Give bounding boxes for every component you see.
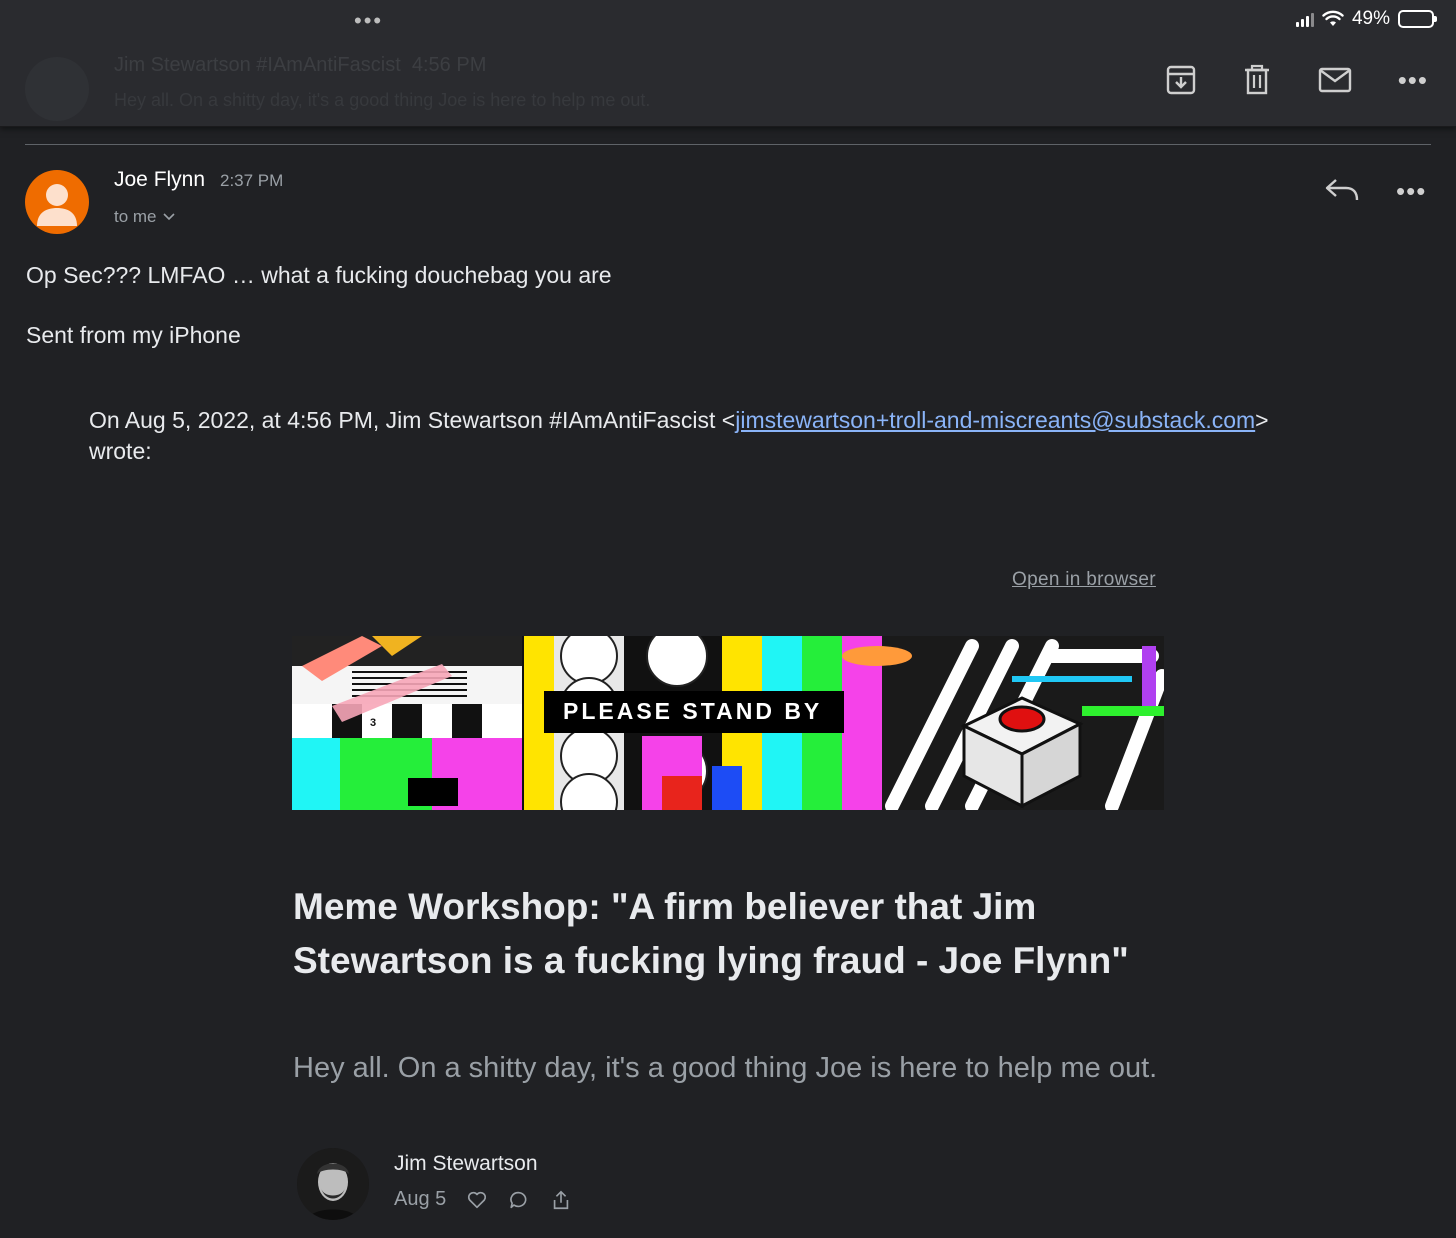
chevron-down-icon — [162, 213, 175, 221]
trash-icon[interactable] — [1242, 64, 1272, 96]
archive-icon[interactable] — [1166, 64, 1196, 96]
author-avatar[interactable] — [297, 1148, 369, 1220]
sender-name[interactable]: Joe Flynn — [114, 168, 205, 192]
battery-icon — [1398, 10, 1437, 28]
quoted-email-link[interactable]: jimstewartson+troll-and-miscreants@subst… — [735, 407, 1255, 433]
previous-message-avatar — [25, 57, 89, 121]
previous-message-snippet: Hey all. On a shitty day, it's a good th… — [114, 90, 651, 110]
battery-percentage: 49% — [1351, 8, 1390, 29]
message-toolbar: ••• — [1166, 64, 1428, 96]
post-banner-image[interactable]: 3 4 5 PLEASE STAND BY — [292, 636, 1164, 810]
banner-number-4: 4 — [429, 717, 436, 729]
wifi-icon — [1322, 10, 1344, 26]
post-date: Aug 5 — [394, 1188, 447, 1210]
mail-icon[interactable] — [1318, 64, 1352, 96]
sender-avatar[interactable] — [25, 170, 89, 234]
multitasking-dots[interactable]: ••• — [354, 8, 383, 34]
reply-button[interactable] — [1324, 176, 1360, 204]
recipients-toggle[interactable]: to me — [114, 207, 175, 227]
message-time: 2:37 PM — [220, 171, 284, 190]
comment-icon[interactable] — [508, 1189, 530, 1211]
post-meta: Aug 5 — [394, 1188, 572, 1211]
person-icon — [37, 184, 77, 226]
cellular-signal-icon — [1295, 11, 1314, 27]
previous-message-sender: Jim Stewartson #IAmAntiFascist 4:56 PM — [114, 54, 487, 76]
message-signature: Sent from my iPhone — [26, 322, 241, 348]
open-in-browser-link[interactable]: Open in browser — [1012, 569, 1156, 591]
banner-number-5: 5 — [488, 717, 494, 729]
post-title[interactable]: Meme Workshop: "A firm believer that Jim… — [293, 880, 1153, 988]
status-bar: 49% — [1295, 8, 1437, 30]
post-subtitle: Hey all. On a shitty day, it's a good th… — [293, 1052, 1158, 1084]
share-icon[interactable] — [550, 1189, 572, 1211]
author-name[interactable]: Jim Stewartson — [394, 1152, 538, 1176]
divider — [25, 144, 1431, 145]
message-body-text: Op Sec??? LMFAO … what a fucking doucheb… — [26, 262, 612, 288]
banner-text: PLEASE STAND BY — [563, 698, 822, 724]
banner-number-3: 3 — [370, 717, 376, 729]
quoted-header: On Aug 5, 2022, at 4:56 PM, Jim Stewarts… — [89, 407, 1269, 464]
recipients-label: to me — [114, 207, 157, 226]
more-options-icon[interactable]: ••• — [1398, 67, 1428, 93]
message-more-icon[interactable]: ••• — [1396, 178, 1426, 204]
top-app-bar: ••• 49% Jim Stewartson #IAmAntiFascist 4… — [0, 0, 1456, 127]
reply-icon — [1325, 179, 1359, 201]
heart-icon[interactable] — [466, 1189, 488, 1211]
previous-message-time: 4:56 PM — [411, 54, 487, 76]
